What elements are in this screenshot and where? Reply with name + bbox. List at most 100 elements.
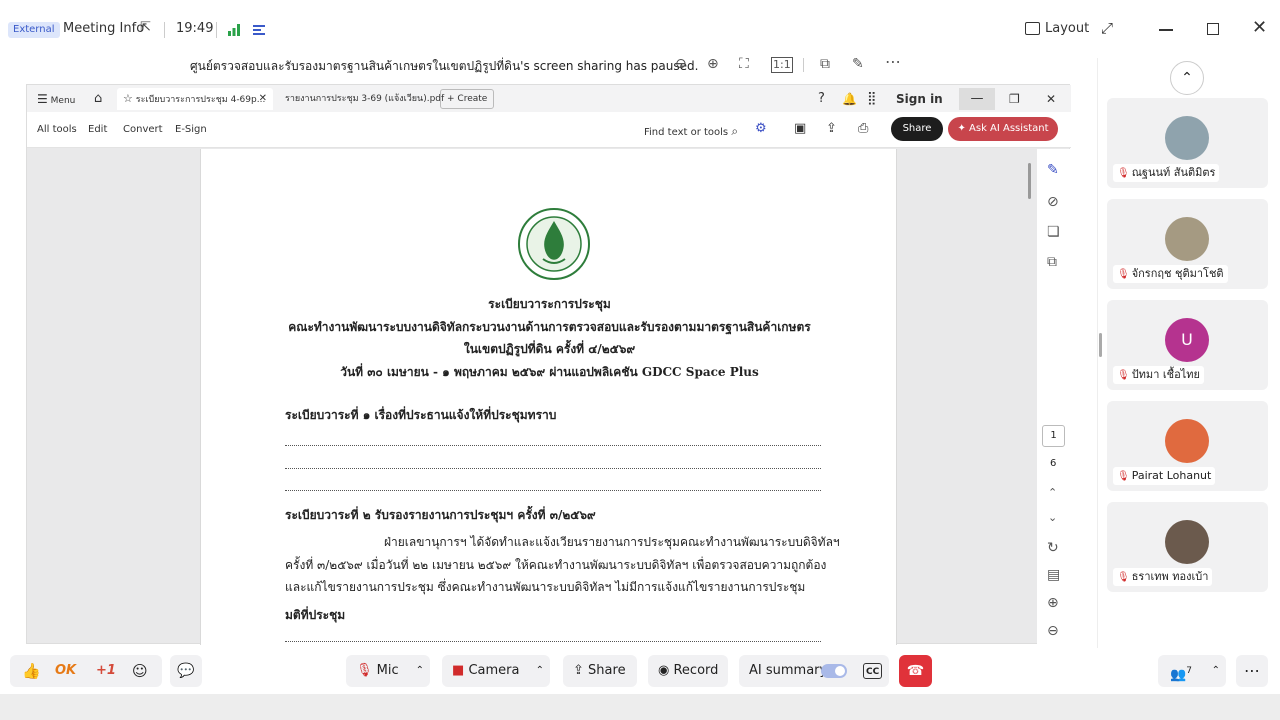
- original-size-icon[interactable]: 1:1: [771, 57, 793, 73]
- fullscreen-icon[interactable]: ⤢: [1101, 19, 1113, 37]
- mic-button[interactable]: 🎙 Mic ⌃: [346, 655, 430, 687]
- win-restore-icon[interactable]: ❐: [1009, 88, 1020, 110]
- stats-icon[interactable]: [252, 22, 266, 36]
- restore-icon[interactable]: [1207, 23, 1219, 35]
- participants-chevron-icon[interactable]: ⌃: [1212, 655, 1220, 687]
- ai-assistant-button[interactable]: ✦ Ask AI Assistant: [948, 117, 1058, 141]
- gallery-scroll-up-button[interactable]: ⌃: [1170, 61, 1204, 95]
- save-icon[interactable]: ▣: [794, 121, 806, 136]
- more-icon[interactable]: ⋯: [885, 54, 901, 70]
- layout-button[interactable]: Layout: [1045, 21, 1089, 36]
- participant-name-tag: 🎙 จักรกฤช ชุติมาโชติ: [1113, 265, 1228, 283]
- mic-label: Mic: [376, 663, 399, 678]
- pop-out-icon[interactable]: ⧉: [820, 57, 830, 71]
- mic-options-chevron-icon[interactable]: ⌃: [416, 655, 424, 687]
- page-number-input[interactable]: 1: [1042, 425, 1065, 447]
- doc-paragraph-line: และแก้ไขรายงานการประชุม ซึ่งคณะทำงานพัฒน…: [285, 580, 806, 594]
- tool-all-tools[interactable]: All tools: [37, 124, 77, 135]
- chevron-up-icon[interactable]: ⌃: [1048, 486, 1057, 500]
- participant-name-tag: 🎙 ธราเทพ ทองเบ้า: [1113, 568, 1213, 586]
- minimize-icon[interactable]: [1159, 29, 1173, 31]
- doc-zone: ในเขตปฏิรูปที่ดิน ครั้งที่ ๔/๒๕๖๙: [463, 342, 636, 356]
- divider: [164, 22, 165, 38]
- thumbs-up-icon[interactable]: 👍: [22, 655, 41, 687]
- zoom-in-icon[interactable]: ⊕: [707, 57, 719, 71]
- zoom-out-doc-icon[interactable]: ⊖: [1047, 624, 1059, 638]
- refresh-icon[interactable]: ↻: [1047, 541, 1059, 555]
- avatar: [1165, 116, 1209, 160]
- record-label: Record: [673, 663, 719, 678]
- comment-icon[interactable]: ✎: [1047, 163, 1059, 177]
- help-icon[interactable]: ?: [818, 88, 825, 110]
- win-close-icon[interactable]: ✕: [1046, 88, 1056, 110]
- participant-name-tag: 🎙 ปัทมา เชื้อไทย: [1113, 366, 1204, 384]
- zoom-out-icon[interactable]: ⊖: [675, 57, 687, 71]
- sign-in-button[interactable]: Sign in: [896, 88, 943, 110]
- acrobat-tab-bar: ☰ Menu ⌂ ☆ ระเบียบวาระการประชุม 4-69p...…: [27, 85, 1071, 112]
- page-fit-icon[interactable]: ▤: [1047, 568, 1060, 582]
- link-icon[interactable]: ⊘: [1047, 195, 1059, 209]
- participant-name: จักรกฤช ชุติมาโชติ: [1131, 267, 1224, 280]
- gallery-resize-handle[interactable]: [1099, 333, 1102, 357]
- find-tools[interactable]: Find text or tools ⌕: [644, 124, 738, 139]
- layout-icon[interactable]: [1025, 22, 1040, 35]
- find-label: Find text or tools: [644, 127, 729, 138]
- zoom-in-doc-icon[interactable]: ⊕: [1047, 596, 1059, 610]
- ai-icon[interactable]: ⚙: [755, 121, 767, 136]
- doc-paragraph-line: ครั้งที่ ๓/๒๕๖๙ เมื่อวันที่ ๒๒ เมษายน ๒๕…: [285, 558, 827, 572]
- pdf-scrollbar[interactable]: [1028, 163, 1031, 199]
- participants-button[interactable]: 👥7 ⌃: [1158, 655, 1226, 687]
- tab-document-2[interactable]: รายงานการประชุม 3-69 (แจ้งเวียน).pdf: [285, 88, 444, 110]
- camera-options-chevron-icon[interactable]: ⌃: [536, 655, 544, 687]
- participant-tile[interactable]: 🎙 ณฐนนท์ สันติมิตร: [1107, 98, 1268, 188]
- tab-close-icon[interactable]: ✕: [259, 88, 267, 110]
- create-button[interactable]: + Create: [440, 89, 495, 109]
- tab-document-active[interactable]: ☆ ระเบียบวาระการประชุม 4-69p... ✕: [117, 88, 273, 110]
- pages-icon[interactable]: ⧉: [1047, 255, 1057, 269]
- emoji-icon[interactable]: ☺: [132, 655, 148, 687]
- print-icon[interactable]: ⎙: [858, 121, 868, 136]
- leave-meeting-button[interactable]: ☎: [899, 655, 932, 687]
- win-minimize-icon[interactable]: —: [959, 88, 995, 110]
- participant-tile[interactable]: 🎙 ธราเทพ ทองเบ้า: [1107, 502, 1268, 592]
- home-icon[interactable]: ⌂: [94, 88, 102, 110]
- annotate-icon[interactable]: ✎: [852, 57, 864, 71]
- share-screen-button[interactable]: ⇪ Share: [563, 655, 637, 687]
- more-options-button[interactable]: ⋯: [1236, 655, 1268, 687]
- record-button[interactable]: ◉ Record: [648, 655, 728, 687]
- ai-assistant-label: Ask AI Assistant: [969, 123, 1049, 134]
- meeting-info-button[interactable]: Meeting Info: [63, 21, 144, 36]
- pdf-page: ระเบียบวาระการประชุม คณะทำงานพัฒนาระบบงา…: [200, 149, 897, 645]
- fit-screen-icon[interactable]: ⛶: [739, 57, 749, 71]
- resolution-heading: มติที่ประชุม: [285, 608, 346, 622]
- camera-button[interactable]: ■ Camera ⌃: [442, 655, 550, 687]
- cc-button[interactable]: CC: [863, 663, 883, 679]
- share-doc-button[interactable]: Share: [891, 117, 943, 141]
- camera-label: Camera: [468, 663, 520, 678]
- plus-one-reaction[interactable]: +1: [96, 655, 116, 687]
- tool-esign[interactable]: E-Sign: [175, 124, 207, 135]
- tool-edit[interactable]: Edit: [88, 124, 107, 135]
- participant-tile[interactable]: 🎙 Pairat Lohanut: [1107, 401, 1268, 491]
- participant-tile[interactable]: U 🎙 ปัทมา เชื้อไทย: [1107, 300, 1268, 390]
- ai-summary-label: AI summary: [749, 663, 828, 678]
- share-link-icon[interactable]: ⇱: [140, 20, 151, 35]
- chevron-down-icon[interactable]: ⌄: [1048, 511, 1057, 525]
- ok-reaction[interactable]: OK: [55, 655, 76, 687]
- bookmark-icon[interactable]: ❏: [1047, 225, 1060, 239]
- hamburger-icon: ☰: [37, 92, 48, 106]
- menu-button[interactable]: ☰ Menu: [37, 88, 75, 110]
- shared-acrobat-window: ☰ Menu ⌂ ☆ ระเบียบวาระการประชุม 4-69p...…: [26, 84, 1071, 645]
- apps-grid-icon[interactable]: ⣿: [867, 88, 877, 110]
- ai-summary-control[interactable]: AI summary CC: [739, 655, 889, 687]
- ai-summary-toggle[interactable]: [821, 664, 847, 678]
- participant-tile[interactable]: 🎙 จักรกฤช ชุติมาโชติ: [1107, 199, 1268, 289]
- chat-button[interactable]: 💬: [170, 655, 202, 687]
- participant-gallery: ⌃ 🎙 ณฐนนท์ สันติมิตร 🎙 จักรกฤช ชุติมาโชติ U 🎙…: [1097, 58, 1280, 648]
- search-icon: ⌕: [731, 124, 739, 138]
- close-icon[interactable]: ✕: [1252, 17, 1267, 38]
- tool-convert[interactable]: Convert: [123, 124, 163, 135]
- upload-icon[interactable]: ⇪: [826, 121, 837, 136]
- bell-icon[interactable]: 🔔: [842, 88, 857, 110]
- participant-name: ธราเทพ ทองเบ้า: [1131, 570, 1209, 583]
